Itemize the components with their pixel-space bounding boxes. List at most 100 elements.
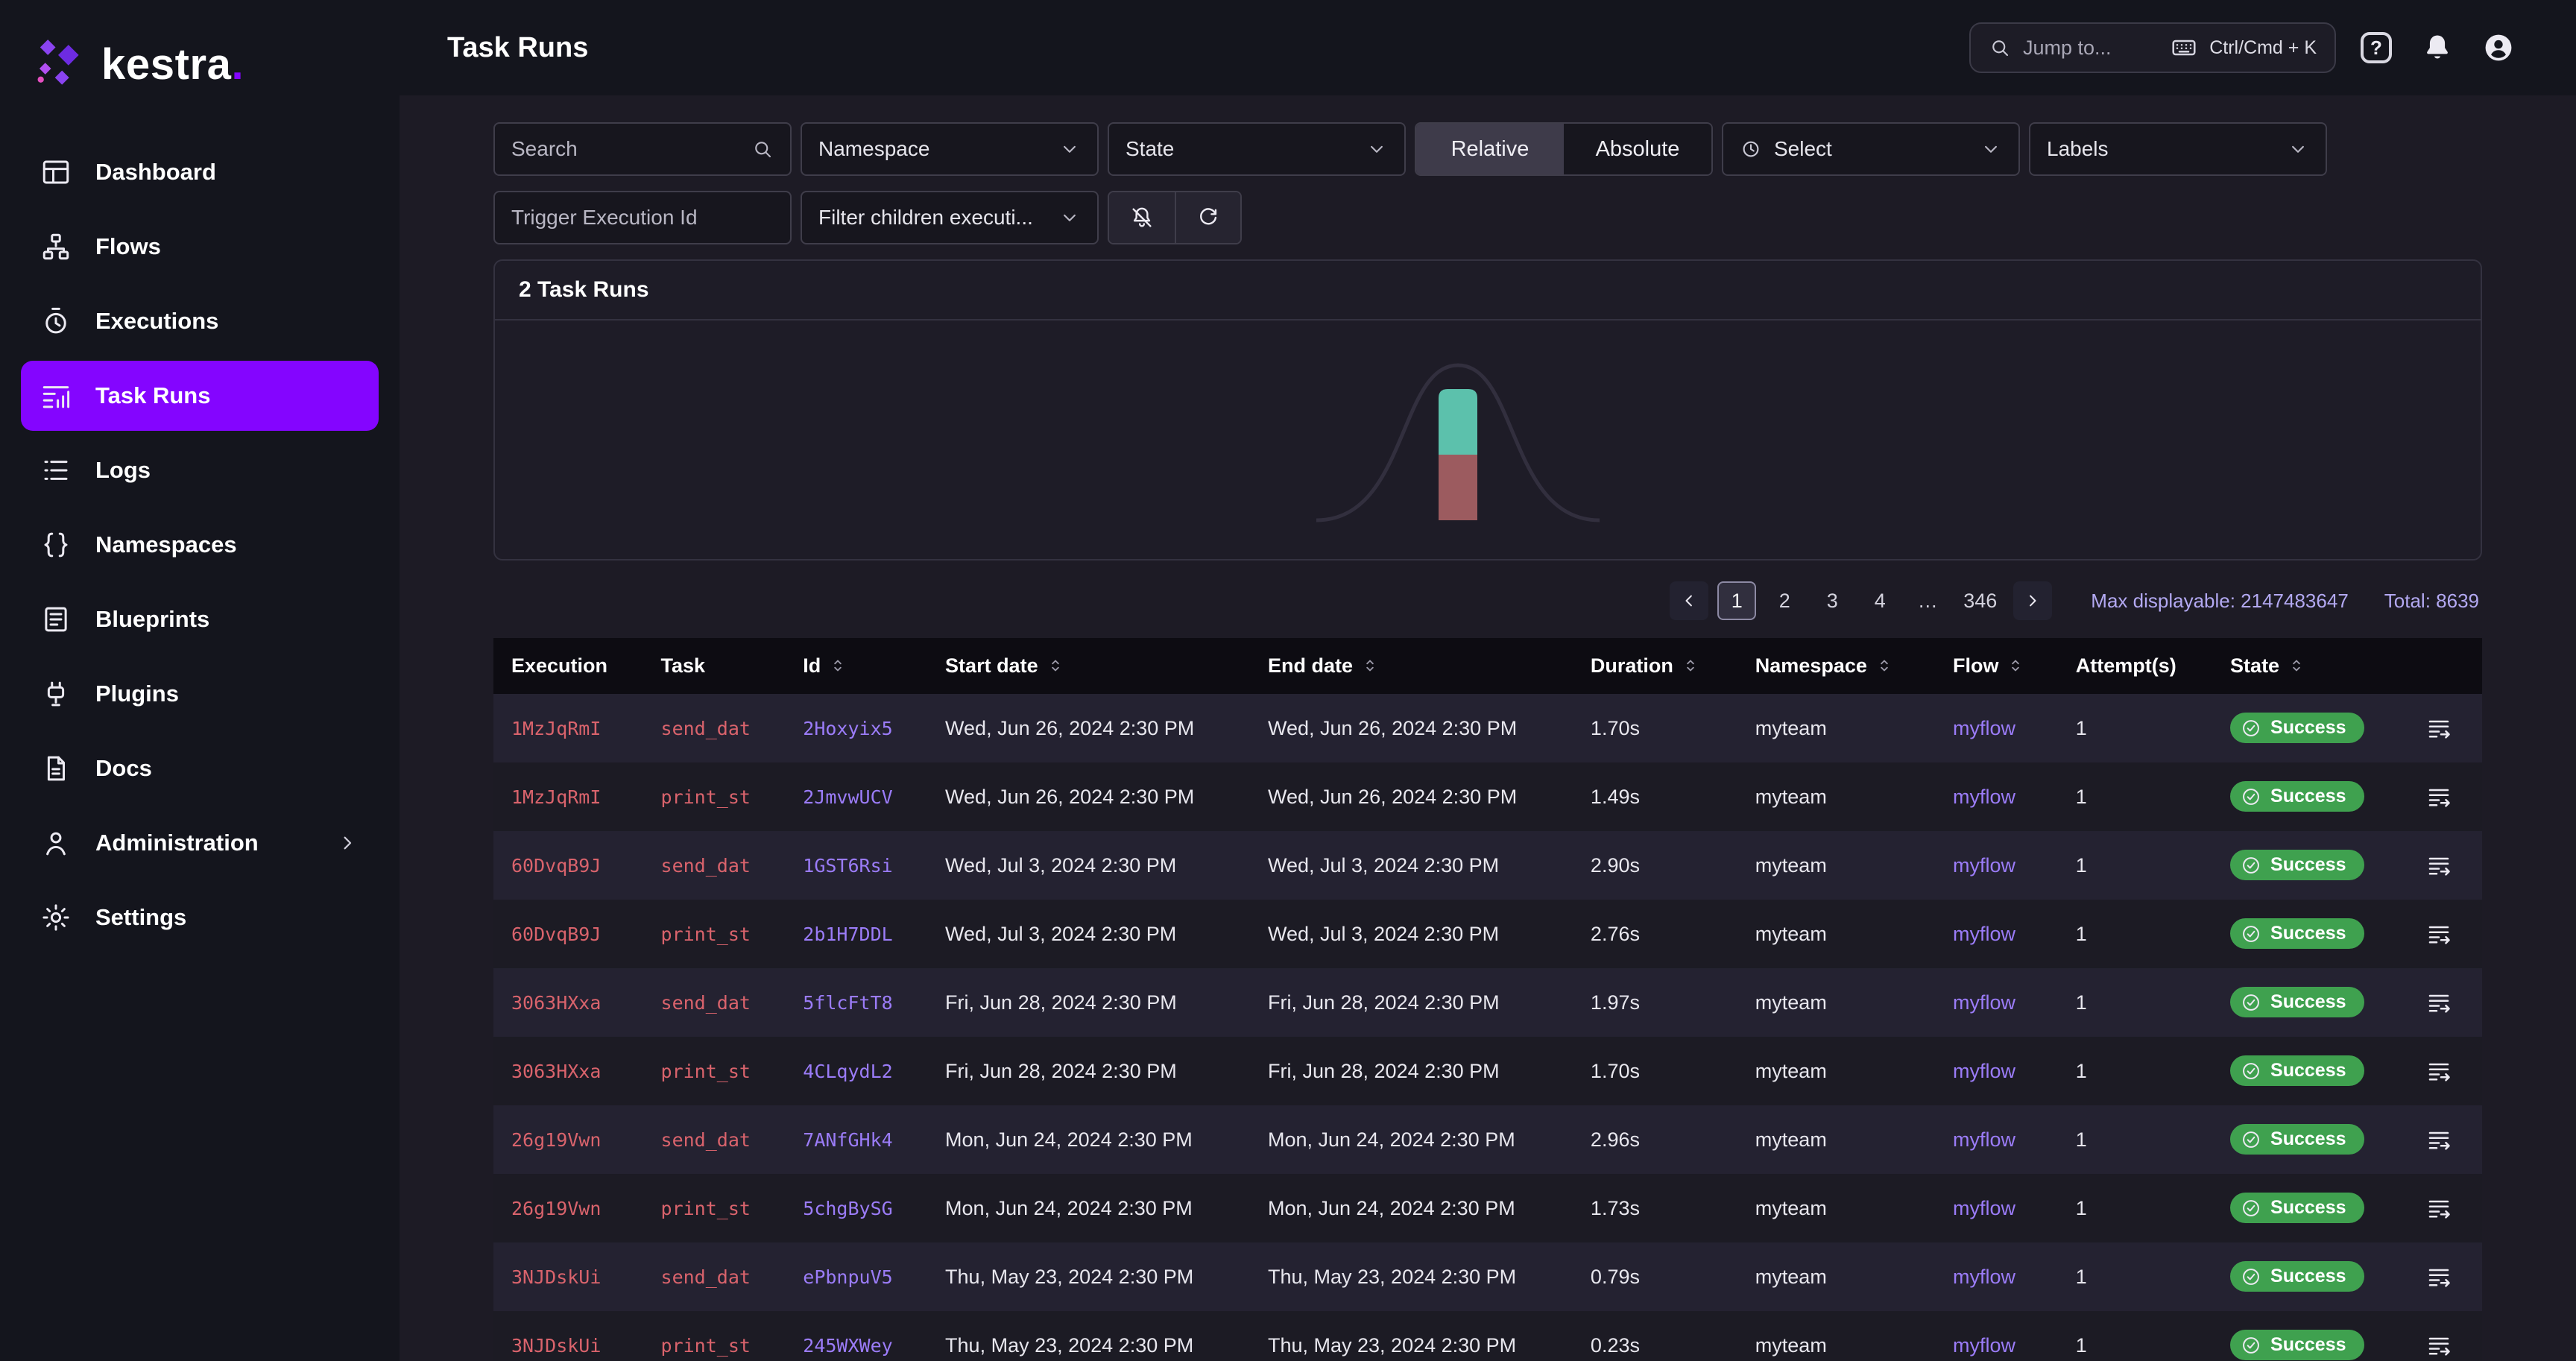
row-logs-button[interactable] xyxy=(2422,712,2455,745)
kestra-logo[interactable]: kestra. xyxy=(0,0,400,137)
row-logs-button[interactable] xyxy=(2422,1055,2455,1087)
column-header-state[interactable]: State xyxy=(2212,638,2405,694)
flow-link[interactable]: myflow xyxy=(1953,923,2015,945)
taskrun-id-link[interactable]: ePbnpuV5 xyxy=(803,1266,892,1288)
sidebar-item-settings[interactable]: Settings xyxy=(21,882,379,953)
sidebar-item-logs[interactable]: Logs xyxy=(21,435,379,505)
namespace: myteam xyxy=(1755,1334,1827,1357)
time-range-select[interactable]: Select xyxy=(1722,122,2020,176)
taskrun-id-link[interactable]: 245WXWey xyxy=(803,1335,892,1357)
row-logs-button[interactable] xyxy=(2422,849,2455,882)
kestra-logo-text: kestra. xyxy=(101,40,244,89)
taskrun-id-link[interactable]: 2JmvwUCV xyxy=(803,786,892,808)
flow-link[interactable]: myflow xyxy=(1953,1197,2015,1219)
total-label: Total: 8639 xyxy=(2384,590,2479,613)
flow-link[interactable]: myflow xyxy=(1953,717,2015,739)
absolute-toggle-button[interactable]: Absolute xyxy=(1564,124,1711,174)
sort-icon[interactable] xyxy=(1681,656,1700,675)
execution-id-link[interactable]: 3063HXxa xyxy=(511,1061,601,1082)
page-button-2[interactable]: 2 xyxy=(1765,581,1804,620)
column-header-namespace[interactable]: Namespace xyxy=(1737,638,1935,694)
row-logs-button[interactable] xyxy=(2422,986,2455,1019)
start-date: Wed, Jul 3, 2024 2:30 PM xyxy=(945,854,1176,877)
sidebar-item-flows[interactable]: Flows xyxy=(21,212,379,282)
flow-link[interactable]: myflow xyxy=(1953,1266,2015,1288)
search-filter[interactable] xyxy=(493,122,792,176)
page-ellipsis[interactable]: … xyxy=(1908,581,1947,620)
user-menu-button[interactable] xyxy=(2478,27,2519,69)
next-page-button[interactable] xyxy=(2013,581,2052,620)
trigger-execution-id-input[interactable] xyxy=(511,206,774,230)
sidebar-item-executions[interactable]: Executions xyxy=(21,286,379,356)
sort-icon[interactable] xyxy=(2006,656,2025,675)
sidebar-item-administration[interactable]: Administration xyxy=(21,808,379,878)
trigger-execution-id-filter[interactable] xyxy=(493,191,792,244)
sidebar-item-namespaces[interactable]: Namespaces xyxy=(21,510,379,580)
taskrun-id-link[interactable]: 4CLqydL2 xyxy=(803,1061,892,1082)
page-button-346[interactable]: 346 xyxy=(1956,581,2004,620)
execution-id-link[interactable]: 1MzJqRmI xyxy=(511,786,601,808)
state-label: Success xyxy=(2270,1334,2346,1356)
namespace-filter[interactable]: Namespace xyxy=(801,122,1099,176)
flow-link[interactable]: myflow xyxy=(1953,786,2015,808)
filter-children-select[interactable]: Filter children executi... xyxy=(801,191,1099,244)
jump-to-placeholder: Jump to... xyxy=(2023,37,2112,60)
row-logs-button[interactable] xyxy=(2422,1123,2455,1156)
sort-icon[interactable] xyxy=(1360,656,1380,675)
execution-id-link[interactable]: 60DvqB9J xyxy=(511,855,601,877)
execution-id-link[interactable]: 26g19Vwn xyxy=(511,1198,601,1219)
row-logs-button[interactable] xyxy=(2422,918,2455,950)
help-button[interactable]: ? xyxy=(2355,27,2397,69)
taskrun-id-link[interactable]: 2b1H7DDL xyxy=(803,923,892,945)
auto-refresh-off-button[interactable] xyxy=(1109,192,1175,243)
sidebar-item-dashboard[interactable]: Dashboard xyxy=(21,137,379,207)
column-header-flow[interactable]: Flow xyxy=(1935,638,2058,694)
taskrun-logs-icon xyxy=(2425,1332,2452,1359)
sidebar-item-label: Flows xyxy=(95,233,161,260)
labels-filter[interactable]: Labels xyxy=(2029,122,2327,176)
refresh-button[interactable] xyxy=(1175,192,1240,243)
sort-icon[interactable] xyxy=(1046,656,1065,675)
execution-id-link[interactable]: 60DvqB9J xyxy=(511,923,601,945)
sort-icon[interactable] xyxy=(1875,656,1894,675)
check-circle-icon xyxy=(2241,855,2261,876)
flow-link[interactable]: myflow xyxy=(1953,1060,2015,1082)
relative-toggle-button[interactable]: Relative xyxy=(1416,124,1564,174)
taskrun-id-link[interactable]: 5chgBySG xyxy=(803,1198,892,1219)
column-header-end-date[interactable]: End date xyxy=(1250,638,1573,694)
row-logs-button[interactable] xyxy=(2422,780,2455,813)
execution-id-link[interactable]: 1MzJqRmI xyxy=(511,718,601,739)
taskrun-id-link[interactable]: 5flcFtT8 xyxy=(803,992,892,1014)
flow-link[interactable]: myflow xyxy=(1953,1128,2015,1151)
sidebar-item-plugins[interactable]: Plugins xyxy=(21,659,379,729)
column-header-start-date[interactable]: Start date xyxy=(927,638,1250,694)
column-header-id[interactable]: Id xyxy=(785,638,927,694)
execution-id-link[interactable]: 26g19Vwn xyxy=(511,1129,601,1151)
notifications-button[interactable] xyxy=(2416,27,2458,69)
sort-icon[interactable] xyxy=(2287,656,2306,675)
previous-page-button[interactable] xyxy=(1670,581,1708,620)
jump-to-search[interactable]: Jump to... Ctrl/Cmd + K xyxy=(1969,22,2336,73)
sort-icon[interactable] xyxy=(828,656,847,675)
search-input[interactable] xyxy=(511,137,739,161)
sidebar-item-blueprints[interactable]: Blueprints xyxy=(21,584,379,654)
sidebar-item-docs[interactable]: Docs xyxy=(21,733,379,803)
execution-id-link[interactable]: 3NJDskUi xyxy=(511,1266,601,1288)
flow-link[interactable]: myflow xyxy=(1953,1334,2015,1357)
state-filter[interactable]: State xyxy=(1108,122,1406,176)
taskrun-id-link[interactable]: 2Hoxyix5 xyxy=(803,718,892,739)
sidebar-item-task-runs[interactable]: Task Runs xyxy=(21,361,379,431)
page-button-3[interactable]: 3 xyxy=(1813,581,1852,620)
row-logs-button[interactable] xyxy=(2422,1192,2455,1225)
page-button-4[interactable]: 4 xyxy=(1860,581,1899,620)
execution-id-link[interactable]: 3063HXxa xyxy=(511,992,601,1014)
flow-link[interactable]: myflow xyxy=(1953,854,2015,877)
row-logs-button[interactable] xyxy=(2422,1260,2455,1293)
flow-link[interactable]: myflow xyxy=(1953,991,2015,1014)
page-button-1[interactable]: 1 xyxy=(1717,581,1756,620)
row-logs-button[interactable] xyxy=(2422,1329,2455,1361)
taskrun-id-link[interactable]: 1GST6Rsi xyxy=(803,855,892,877)
execution-id-link[interactable]: 3NJDskUi xyxy=(511,1335,601,1357)
column-header-duration[interactable]: Duration xyxy=(1573,638,1737,694)
taskrun-id-link[interactable]: 7ANfGHk4 xyxy=(803,1129,892,1151)
